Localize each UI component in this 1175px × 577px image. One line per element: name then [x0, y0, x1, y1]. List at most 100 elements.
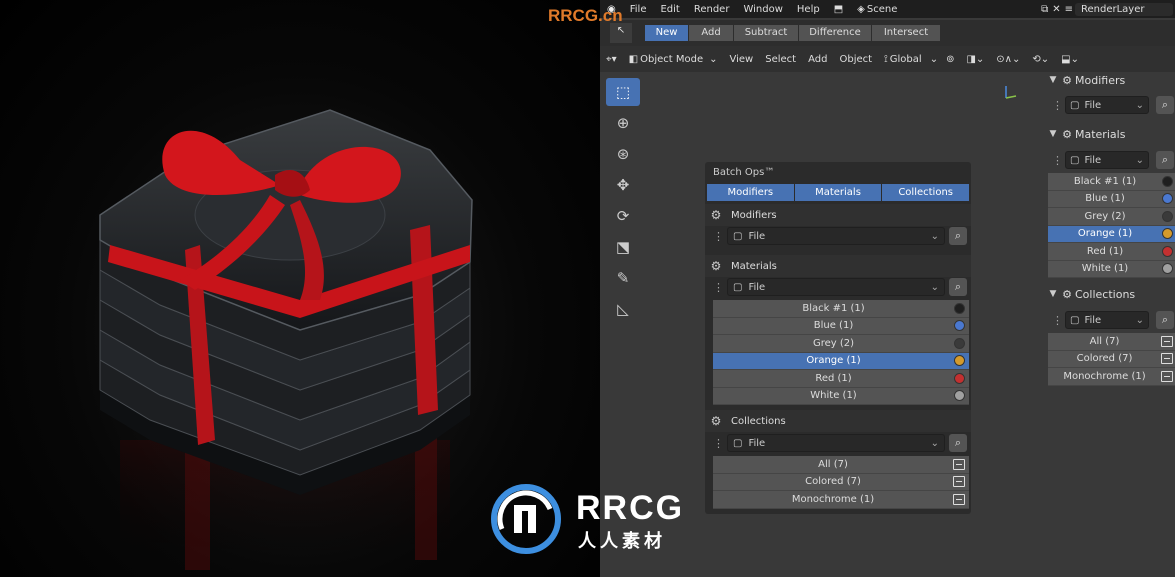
color-swatch-icon[interactable] — [954, 355, 965, 367]
mode-chevron-icon[interactable]: ⌄ — [709, 54, 723, 65]
pivot-icon[interactable]: ◨⌄ — [960, 54, 990, 65]
drag-handle-icon[interactable]: ⋮ — [713, 281, 724, 294]
tab-materials[interactable]: Materials — [794, 184, 883, 201]
material-item[interactable]: Black #1 (1) — [713, 300, 969, 318]
color-swatch-icon[interactable] — [954, 302, 965, 314]
collection-item[interactable]: Monochrome (1) — [1048, 368, 1175, 386]
cursor-tool-icon[interactable]: ↖ — [610, 23, 632, 43]
color-swatch-icon[interactable] — [954, 320, 965, 332]
mode-icon[interactable]: ◧ — [623, 54, 640, 65]
subtract-button[interactable]: Subtract — [734, 25, 798, 41]
collections-section-header[interactable]: ⚙ Collections — [705, 410, 971, 432]
transform-icon[interactable]: ⟟ — [878, 54, 890, 65]
color-swatch-icon[interactable] — [1162, 245, 1173, 257]
sidebar-collections-file-select[interactable]: ▢ File ⌄ — [1065, 311, 1149, 329]
intersect-button[interactable]: Intersect — [872, 25, 940, 41]
workspace-icon[interactable]: ⬒ — [827, 4, 850, 15]
modifiers-file-select[interactable]: ▢ File ⌄ — [727, 227, 945, 245]
sidebar-materials-header[interactable]: ▼ ⚙ Materials — [1047, 125, 1175, 143]
search-icon[interactable]: ⌕ — [1156, 151, 1174, 169]
sidebar-modifiers-file-select[interactable]: ▢ File ⌄ — [1065, 96, 1149, 114]
material-item[interactable]: Red (1) — [1048, 243, 1175, 261]
editor-type-icon[interactable]: ⌖▾ — [600, 54, 623, 65]
search-icon[interactable]: ⌕ — [1156, 96, 1174, 114]
add-menu[interactable]: Add — [802, 54, 833, 65]
select-menu[interactable]: Select — [759, 54, 802, 65]
select-box-icon[interactable]: ⬚ — [606, 78, 640, 106]
render-layer-field[interactable]: RenderLayer — [1075, 2, 1173, 16]
search-icon[interactable]: ⌕ — [949, 434, 967, 452]
cursor-icon[interactable]: ⊕ — [606, 109, 640, 137]
search-icon[interactable]: ⌕ — [1156, 311, 1174, 329]
archive-icon[interactable] — [953, 458, 965, 470]
archive-icon[interactable] — [1161, 370, 1173, 382]
material-item[interactable]: Grey (2) — [1048, 208, 1175, 226]
collection-item[interactable]: All (7) — [1048, 333, 1175, 351]
archive-icon[interactable] — [953, 476, 965, 488]
tab-collections[interactable]: Collections — [882, 184, 970, 201]
menu-help[interactable]: Help — [790, 4, 827, 15]
orientation-select[interactable]: Global — [890, 54, 928, 65]
drag-handle-icon[interactable]: ⋮ — [1052, 99, 1063, 112]
collection-item[interactable]: Colored (7) — [1048, 350, 1175, 368]
menu-file[interactable]: File — [623, 4, 654, 15]
material-item[interactable]: Blue (1) — [713, 317, 969, 335]
scale-icon[interactable]: ⬔ — [606, 233, 640, 261]
collection-item[interactable]: Monochrome (1) — [713, 491, 969, 509]
shading-icon[interactable]: ⬓⌄ — [1055, 54, 1085, 65]
rotate-icon[interactable]: ⟳ — [606, 202, 640, 230]
menu-edit[interactable]: Edit — [653, 4, 686, 15]
menu-window[interactable]: Window — [736, 4, 789, 15]
archive-icon[interactable] — [1161, 353, 1173, 365]
difference-button[interactable]: Difference — [799, 25, 871, 41]
move-arrows-icon[interactable]: ✥ — [606, 171, 640, 199]
annotate-icon[interactable]: ✎ — [606, 264, 640, 292]
material-item[interactable]: Black #1 (1) — [1048, 173, 1175, 191]
material-item[interactable]: Blue (1) — [1048, 190, 1175, 208]
add-button[interactable]: Add — [689, 25, 733, 41]
overlay-icon[interactable]: ⟲⌄ — [1026, 54, 1055, 65]
tab-modifiers[interactable]: Modifiers — [707, 184, 795, 201]
color-swatch-icon[interactable] — [1162, 210, 1173, 222]
layer-icon[interactable]: ⧉ — [1039, 4, 1050, 15]
close-scene-icon[interactable]: ✕ — [1050, 4, 1062, 15]
drag-handle-icon[interactable]: ⋮ — [1052, 154, 1063, 167]
move-icon[interactable]: ⊛ — [606, 140, 640, 168]
color-swatch-icon[interactable] — [954, 372, 965, 384]
menu-render[interactable]: Render — [687, 4, 737, 15]
color-swatch-icon[interactable] — [1162, 228, 1173, 240]
sidebar-modifiers-header[interactable]: ▼ ⚙ Modifiers — [1047, 71, 1175, 89]
view-menu[interactable]: View — [724, 54, 760, 65]
material-item[interactable]: White (1) — [1048, 260, 1175, 278]
drag-handle-icon[interactable]: ⋮ — [713, 230, 724, 243]
materials-section-header[interactable]: ⚙ Materials — [705, 255, 971, 277]
snap-icon[interactable]: ⊚ — [940, 54, 960, 65]
search-icon[interactable]: ⌕ — [949, 227, 967, 245]
material-item[interactable]: White (1) — [713, 387, 969, 405]
drag-handle-icon[interactable]: ⋮ — [1052, 314, 1063, 327]
measure-icon[interactable]: ◺ — [606, 295, 640, 323]
object-menu[interactable]: Object — [833, 54, 878, 65]
archive-icon[interactable] — [1161, 335, 1173, 347]
sidebar-materials-file-select[interactable]: ▢ File ⌄ — [1065, 151, 1149, 169]
orientation-chevron-icon[interactable]: ⌄ — [928, 54, 940, 65]
material-item[interactable]: Red (1) — [713, 370, 969, 388]
material-item[interactable]: Orange (1) — [1048, 225, 1175, 243]
scene-icon[interactable]: ◈ — [850, 4, 867, 15]
collection-item[interactable]: All (7) — [713, 456, 969, 474]
new-button[interactable]: New — [645, 25, 688, 41]
modifiers-section-header[interactable]: ⚙ Modifiers — [705, 204, 971, 226]
color-swatch-icon[interactable] — [954, 390, 965, 402]
axis-gizmo[interactable] — [1000, 82, 1020, 102]
archive-icon[interactable] — [953, 493, 965, 505]
search-icon[interactable]: ⌕ — [949, 278, 967, 296]
proportional-icon[interactable]: ⊙∧⌄ — [990, 54, 1026, 65]
color-swatch-icon[interactable] — [954, 337, 965, 349]
scene-name[interactable]: Scene — [867, 4, 905, 15]
color-swatch-icon[interactable] — [1162, 175, 1173, 187]
color-swatch-icon[interactable] — [1162, 193, 1173, 205]
material-item[interactable]: Orange (1) — [713, 352, 969, 370]
object-mode-select[interactable]: Object Mode — [640, 54, 709, 65]
material-item[interactable]: Grey (2) — [713, 335, 969, 353]
collection-item[interactable]: Colored (7) — [713, 473, 969, 491]
